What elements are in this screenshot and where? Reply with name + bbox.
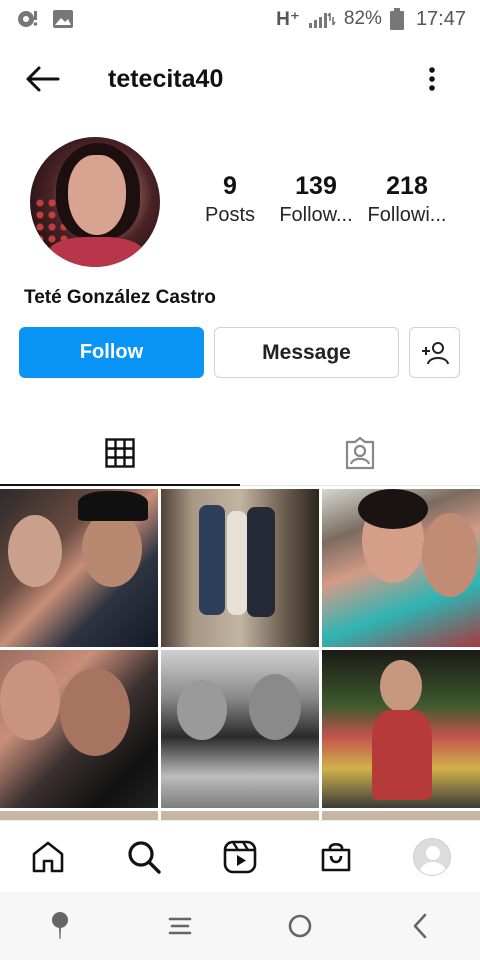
home-button[interactable] — [270, 896, 330, 956]
back-chevron-icon — [413, 913, 427, 939]
image-icon — [52, 9, 74, 29]
stat-value: 139 — [295, 172, 337, 200]
stat-label: Posts — [204, 204, 256, 226]
message-button[interactable]: Message — [214, 327, 399, 378]
post-thumbnail[interactable] — [0, 650, 158, 808]
username-title: tetecita40 — [108, 64, 224, 93]
assistant-icon — [52, 912, 68, 939]
stat-label: Follow... — [279, 204, 353, 226]
assistant-button[interactable] — [30, 896, 90, 956]
stat-posts[interactable]: 9 Posts — [190, 172, 270, 227]
more-vertical-icon — [429, 67, 435, 91]
post-thumbnail[interactable] — [322, 489, 480, 647]
post-thumbnail[interactable] — [161, 650, 319, 808]
post-thumbnail[interactable] — [161, 811, 319, 820]
notification-icon — [16, 8, 40, 30]
network-type: H⁺ — [276, 8, 300, 30]
tagged-person-icon — [345, 436, 375, 469]
suggested-accounts-button[interactable] — [409, 327, 460, 378]
status-bar: H⁺ 82% 17:47 — [0, 0, 480, 38]
profile-avatar-large[interactable] — [30, 137, 160, 267]
back-button-system[interactable] — [390, 896, 450, 956]
display-name: Teté González Castro — [24, 287, 216, 308]
nav-home[interactable] — [18, 827, 78, 887]
system-navigation — [0, 892, 480, 960]
home-circle-icon — [288, 914, 312, 938]
signal-icon — [308, 9, 336, 29]
profile-tabs — [0, 420, 480, 486]
back-button[interactable] — [0, 52, 84, 106]
follow-button[interactable]: Follow — [19, 327, 204, 378]
post-thumbnail[interactable] — [0, 811, 158, 820]
more-options-button[interactable] — [412, 52, 452, 106]
shop-icon — [321, 842, 351, 871]
stat-value: 218 — [386, 172, 428, 200]
nav-profile[interactable] — [402, 827, 462, 887]
profile-avatar — [413, 837, 451, 876]
profile-stats: 9 Posts 139 Follow... 218 Followi... — [190, 172, 470, 227]
tab-tagged[interactable] — [240, 420, 480, 485]
bottom-navigation — [0, 820, 480, 892]
battery-icon — [389, 8, 404, 30]
posts-grid — [0, 489, 480, 820]
nav-shop[interactable] — [306, 827, 366, 887]
nav-reels[interactable] — [210, 827, 270, 887]
profile-header-bar: tetecita40 — [0, 52, 480, 106]
clock: 17:47 — [415, 7, 466, 30]
post-thumbnail[interactable] — [322, 811, 480, 820]
nav-search[interactable] — [114, 827, 174, 887]
stat-value: 9 — [223, 172, 237, 200]
post-thumbnail[interactable] — [161, 489, 319, 647]
grid-icon — [105, 437, 135, 468]
reels-icon — [223, 840, 257, 873]
stat-followers[interactable]: 139 Follow... — [270, 172, 362, 227]
stat-following[interactable]: 218 Followi... — [362, 172, 452, 227]
battery-percent: 82% — [343, 8, 382, 29]
recents-button[interactable] — [150, 896, 210, 956]
recents-icon — [168, 917, 192, 935]
add-person-icon — [421, 341, 449, 364]
stat-label: Followi... — [367, 204, 447, 226]
search-icon — [128, 840, 161, 874]
tab-grid[interactable] — [0, 420, 240, 486]
post-thumbnail[interactable] — [0, 489, 158, 647]
back-arrow-icon — [26, 66, 60, 92]
home-icon — [32, 841, 64, 872]
profile-actions: Follow Message — [19, 327, 460, 379]
post-thumbnail[interactable] — [322, 650, 480, 808]
